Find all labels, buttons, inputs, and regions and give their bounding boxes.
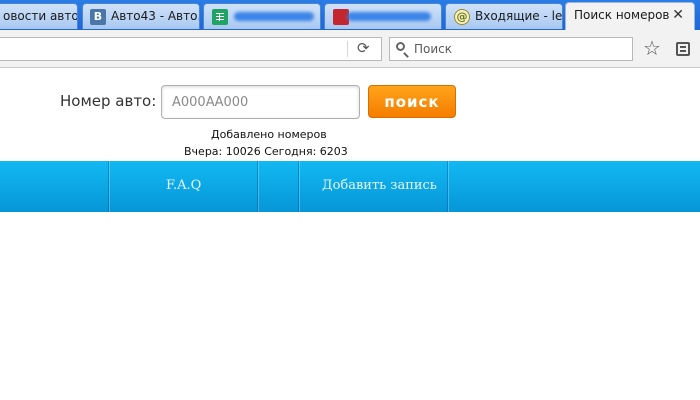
search-button[interactable]: поиск [368, 85, 456, 118]
sheets-icon [212, 9, 228, 25]
reload-icon[interactable]: ⟳ [357, 39, 370, 57]
tab-news[interactable]: овости авто ... [0, 3, 78, 29]
obscured-tab-label [234, 12, 314, 21]
tab-obscured[interactable] [324, 3, 442, 29]
search-placeholder: Поиск [414, 42, 453, 56]
obscured-tab-label [347, 12, 431, 21]
tab-label: Авто43 - Авто... [111, 9, 200, 23]
browser-window: овости авто ... B Авто43 - Авто... @ Вхо… [0, 0, 700, 400]
bookmark-star-icon[interactable]: ☆ [643, 36, 661, 60]
tab-inbox[interactable]: @ Входящие - le... [445, 3, 563, 29]
tab-sheets[interactable] [203, 3, 321, 29]
tab-plate-search[interactable]: Поиск номеров ✕ [565, 2, 695, 30]
browser-search-box[interactable]: Поиск [389, 37, 633, 61]
tab-strip: овости авто ... B Авто43 - Авто... @ Вхо… [0, 0, 700, 30]
nav-divider [257, 161, 258, 212]
stats-title: Добавлено номеров [211, 128, 327, 141]
tab-label: овости авто ... [3, 9, 78, 23]
nav-faq[interactable]: F.A.Q [166, 178, 201, 193]
main-nav: F.A.Q Добавить запись [0, 161, 700, 212]
nav-divider [298, 161, 299, 212]
stats-counts: Вчера: 10026 Сегодня: 6203 [184, 145, 348, 158]
plate-label: Номер авто: [60, 92, 157, 110]
vk-icon: B [90, 9, 106, 25]
tab-avto43[interactable]: B Авто43 - Авто... [82, 3, 200, 29]
browser-toolbar: ⟳ Поиск [0, 30, 700, 68]
bookmarks-menu-icon[interactable] [676, 42, 690, 56]
mail-icon: @ [454, 9, 470, 25]
tab-label: Входящие - le... [475, 9, 563, 23]
nav-divider [447, 161, 448, 212]
nav-divider [108, 161, 109, 212]
plate-number-input[interactable] [161, 85, 360, 119]
address-bar[interactable]: ⟳ [0, 37, 382, 61]
close-icon[interactable]: ✕ [672, 7, 684, 23]
tab-label: Поиск номеров [574, 8, 670, 22]
divider [347, 41, 348, 57]
search-icon [396, 42, 405, 51]
nav-add-record[interactable]: Добавить запись [322, 178, 437, 193]
